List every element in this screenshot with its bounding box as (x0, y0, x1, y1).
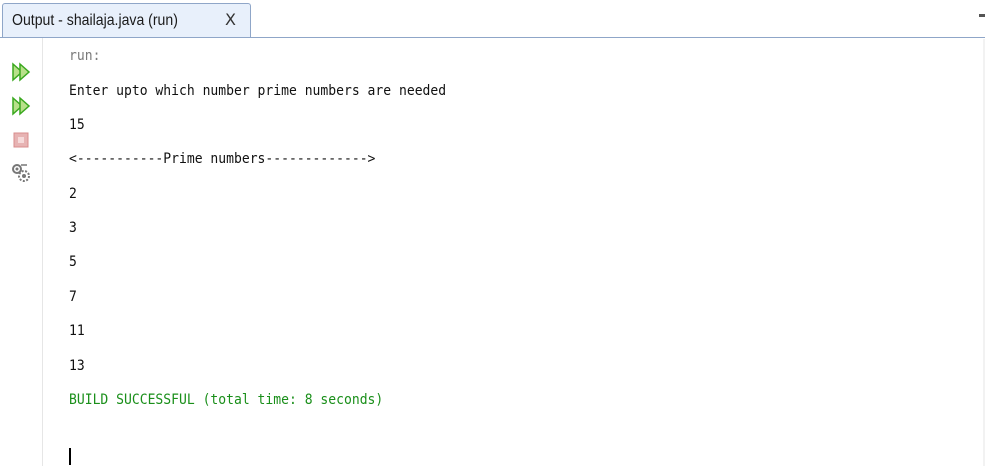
rerun-icon[interactable] (10, 61, 32, 83)
console-line: 7 (69, 289, 77, 305)
console-line: 2 (69, 186, 77, 202)
build-status-line: BUILD SUCCESSFUL (total time: 8 seconds) (69, 392, 384, 408)
output-window: Output - shailaja.java (run) X run: Ente… (0, 0, 985, 466)
minimize-icon[interactable] (979, 14, 985, 17)
close-icon[interactable]: X (225, 10, 236, 29)
console-line: 3 (69, 220, 77, 236)
tab-output[interactable]: Output - shailaja.java (run) X (2, 3, 251, 37)
output-toolbar (0, 38, 43, 466)
stop-icon[interactable] (10, 129, 32, 151)
console-output[interactable]: run: Enter upto which number prime numbe… (43, 39, 983, 466)
console-line: 5 (69, 254, 77, 270)
text-caret (69, 448, 71, 465)
console-line: run: (69, 48, 101, 64)
tab-title: Output - shailaja.java (run) (12, 11, 178, 29)
console-line: 13 (69, 358, 85, 374)
settings-icon[interactable] (10, 162, 32, 184)
tab-bar: Output - shailaja.java (run) X (0, 0, 985, 38)
console-line: Enter upto which number prime numbers ar… (69, 83, 447, 99)
console-line: <-----------Prime numbers-------------> (69, 151, 376, 167)
console-line: 15 (69, 117, 85, 133)
console-line: 11 (69, 323, 85, 339)
rerun-with-options-icon[interactable] (10, 95, 32, 117)
